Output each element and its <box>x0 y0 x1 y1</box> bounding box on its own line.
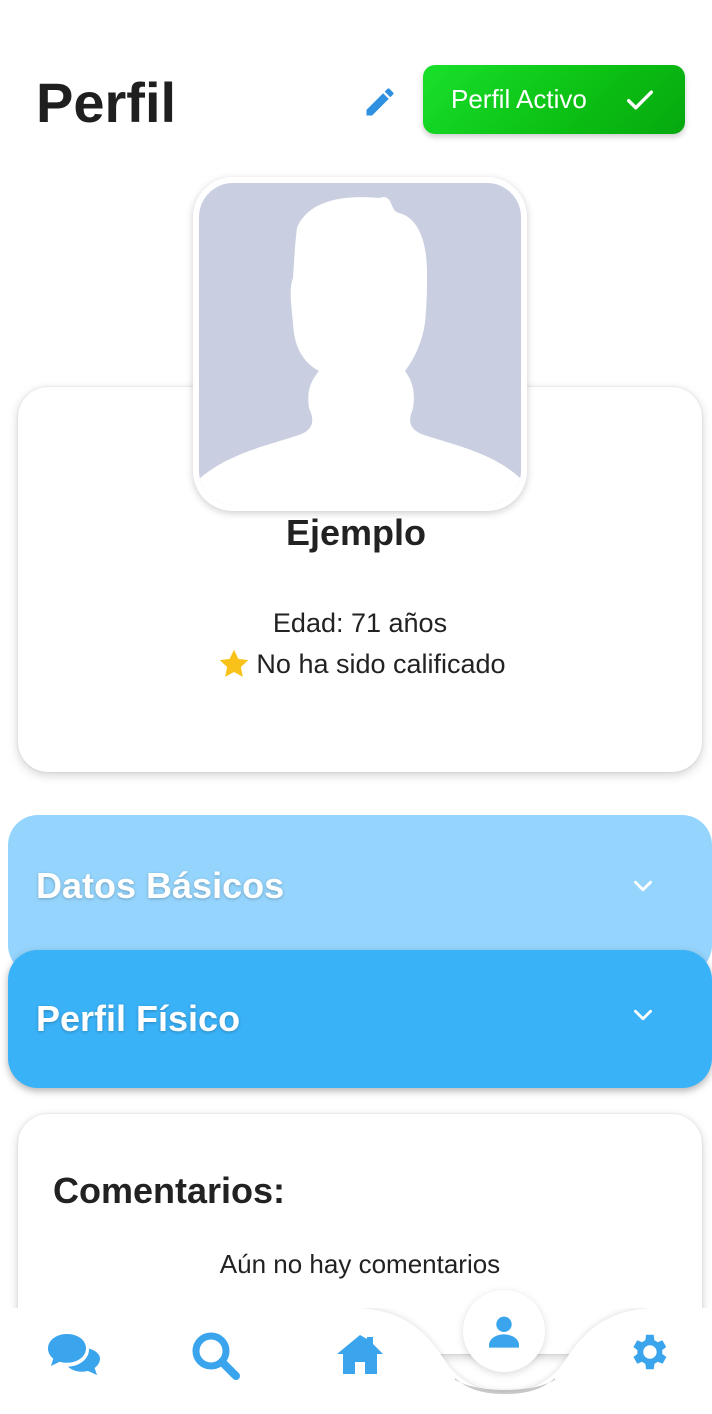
section-label: Datos Básicos <box>36 865 285 906</box>
star-icon <box>220 649 249 677</box>
page-title: Perfil <box>36 71 177 134</box>
profile-active-button[interactable]: Perfil Activo <box>423 65 685 134</box>
chevron-down-icon <box>634 880 652 892</box>
avatar-placeholder <box>199 183 521 505</box>
comments-title: Comentarios: <box>53 1170 286 1211</box>
edit-profile-button[interactable] <box>358 80 402 124</box>
profile-active-label: Perfil Activo <box>451 84 587 114</box>
section-label: Perfil Físico <box>36 998 241 1039</box>
search-icon <box>192 1332 240 1380</box>
nav-settings[interactable] <box>624 1328 672 1376</box>
avatar[interactable] <box>193 177 527 511</box>
person-silhouette-icon <box>199 197 521 505</box>
profile-icon <box>489 1316 519 1348</box>
chevron-down-icon <box>634 1009 652 1021</box>
profile-name: Ejemplo <box>285 512 427 553</box>
nav-search[interactable] <box>188 1328 244 1384</box>
profile-age: Edad: 71 años <box>272 608 448 638</box>
nav-chat[interactable] <box>44 1328 102 1380</box>
chat-icon <box>48 1334 100 1375</box>
settings-icon <box>633 1334 667 1370</box>
checkmark-icon <box>626 90 654 109</box>
profile-rating: No ha sido calificado <box>0 646 712 682</box>
pencil-icon <box>366 88 394 116</box>
home-icon <box>337 1335 383 1374</box>
no-comments-text: Aún no hay comentarios <box>219 1249 501 1279</box>
section-perfil-fisico[interactable]: Perfil Físico <box>8 950 712 1088</box>
rating-text: No ha sido calificado <box>256 648 506 679</box>
nav-home[interactable] <box>334 1330 386 1378</box>
nav-profile[interactable] <box>463 1290 545 1372</box>
